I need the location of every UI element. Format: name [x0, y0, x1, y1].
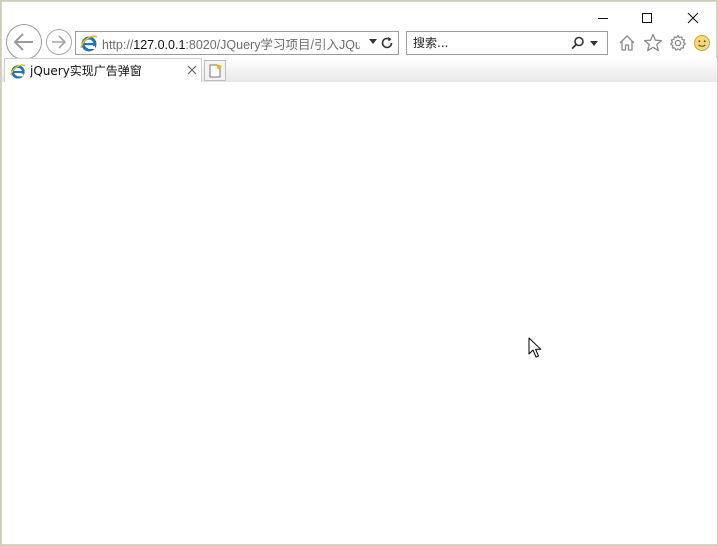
url-path: :8020/JQuery学习项目/引入JQuery [185, 37, 360, 52]
page-content[interactable] [2, 82, 718, 544]
close-icon [687, 12, 698, 24]
url-text[interactable]: http://127.0.0.1:8020/JQuery学习项目/引入JQuer… [102, 34, 360, 53]
tab-strip: jQuery实现广告弹窗 [2, 58, 718, 82]
browser-window: http://127.0.0.1:8020/JQuery学习项目/引入JQuer… [1, 1, 718, 545]
favorites-star-icon [643, 33, 663, 52]
magnifier-icon[interactable] [571, 36, 585, 50]
tab-active[interactable]: jQuery实现广告弹窗 [4, 58, 202, 82]
forward-button[interactable] [46, 29, 72, 55]
address-bar[interactable]: http://127.0.0.1:8020/JQuery学习项目/引入JQuer… [75, 31, 399, 55]
home-button[interactable] [616, 32, 638, 54]
search-input[interactable] [407, 32, 567, 54]
arrow-right-icon [52, 35, 66, 49]
search-dropdown-icon[interactable] [590, 41, 598, 47]
maximize-button[interactable] [624, 2, 669, 34]
new-tab-icon [209, 64, 222, 77]
ie-page-icon [10, 63, 26, 79]
mouse-cursor-icon [528, 337, 542, 358]
new-tab-button[interactable] [204, 60, 226, 81]
close-icon[interactable] [187, 65, 197, 75]
ie-page-icon [80, 35, 98, 52]
back-button[interactable] [6, 24, 42, 60]
tools-button[interactable] [667, 32, 689, 54]
dropdown-triangle-icon[interactable] [369, 39, 377, 45]
tab-title: jQuery实现广告弹窗 [30, 64, 142, 78]
refresh-icon[interactable] [380, 36, 394, 50]
minimize-icon [597, 18, 608, 19]
url-host: 127.0.0.1 [133, 37, 186, 52]
search-box[interactable] [406, 31, 608, 55]
close-button[interactable] [670, 2, 715, 34]
maximize-icon [641, 13, 652, 23]
arrow-left-icon [14, 33, 33, 51]
feedback-button[interactable] [691, 32, 713, 54]
gear-icon [670, 34, 686, 51]
smiley-feedback-icon [694, 35, 710, 51]
home-icon [619, 35, 635, 51]
url-prefix: http:// [102, 37, 134, 52]
favorites-button[interactable] [642, 32, 664, 54]
minimize-button[interactable] [580, 2, 625, 34]
